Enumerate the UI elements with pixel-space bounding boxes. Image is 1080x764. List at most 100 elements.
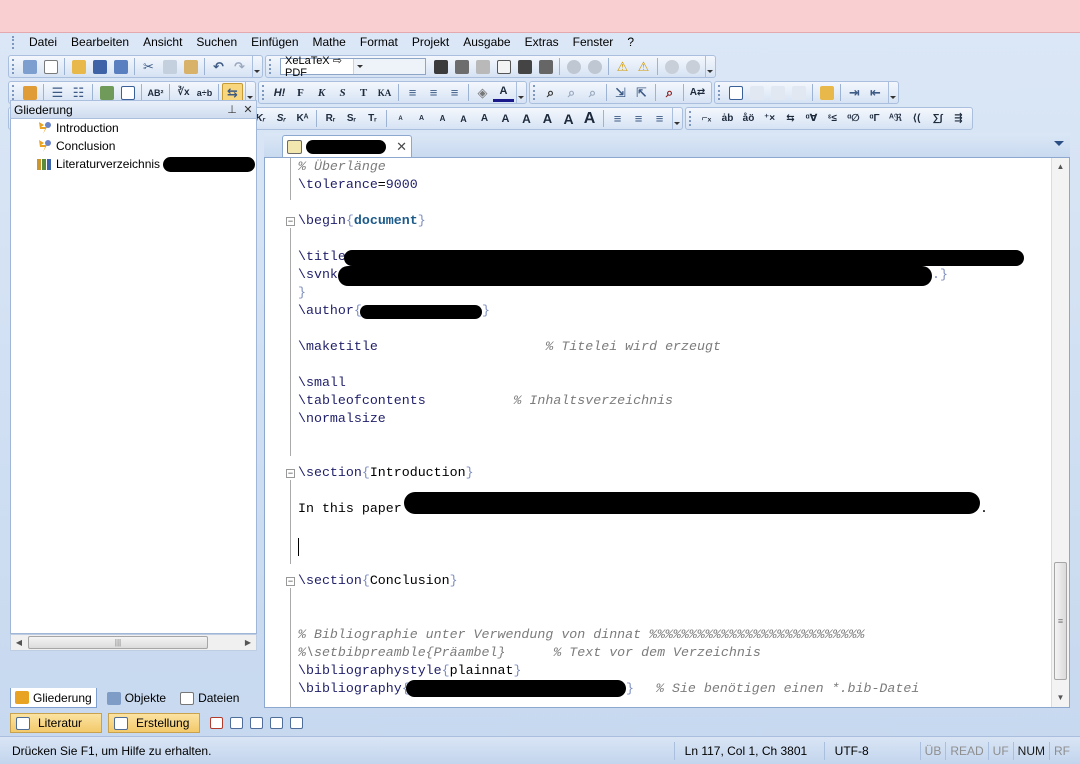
font-size-Huge-button[interactable]: A — [579, 109, 600, 128]
compile-button[interactable] — [430, 57, 451, 76]
toolbar-grip[interactable] — [269, 59, 273, 74]
emphasis-button[interactable]: H! — [269, 83, 290, 102]
math-symbol-10-button[interactable]: ᴬℜ — [885, 109, 906, 128]
new-document-button[interactable] — [19, 57, 40, 76]
uncomment-button[interactable] — [767, 83, 788, 102]
save-button[interactable] — [89, 57, 110, 76]
tab-literatur[interactable]: Literatur — [10, 713, 102, 733]
chevron-down-icon[interactable] — [1054, 141, 1064, 146]
replace-button[interactable]: A⇄ — [687, 83, 708, 102]
menu-help[interactable]: ? — [620, 33, 641, 52]
find-next-button[interactable]: ⌕ — [561, 83, 582, 102]
preview-window-button[interactable] — [286, 714, 306, 732]
previous-warning-button[interactable]: ⚠ — [612, 57, 633, 76]
font-size-normal-button[interactable]: A — [474, 109, 495, 128]
search-results-2-button[interactable] — [266, 714, 286, 732]
menu-ausgabe[interactable]: Ausgabe — [456, 33, 517, 52]
scroll-down-icon[interactable]: ▼ — [1052, 689, 1069, 707]
compile-profile-select[interactable]: XeLaTeX ⇨ PDF — [280, 55, 426, 79]
fold-toggle[interactable]: − — [286, 217, 295, 226]
copy-button[interactable] — [159, 57, 180, 76]
code-text[interactable]: \bibliography{\bibliographystyle{plainna… — [298, 158, 1050, 707]
find-in-files-button[interactable]: ⌕ — [659, 83, 680, 102]
math-symbol-6-button[interactable]: ᵅ∀ — [801, 109, 822, 128]
outline-horizontal-scrollbar[interactable]: ◀ ||| ▶ — [10, 634, 257, 651]
math-symbol-7-button[interactable]: ᵋ≤ — [822, 109, 843, 128]
italic-button[interactable]: K — [311, 83, 332, 102]
next-error-button[interactable] — [584, 57, 605, 76]
outdent-button[interactable]: ⇤ — [865, 83, 886, 102]
frame-button[interactable] — [725, 83, 746, 102]
font-size-scriptsize-button[interactable]: A — [411, 109, 432, 128]
tab-erstellung[interactable]: Erstellung — [108, 713, 200, 733]
paste-button[interactable] — [180, 57, 201, 76]
status-encoding[interactable]: UTF-8 — [823, 741, 920, 760]
editor-vertical-scrollbar[interactable]: ▲ ≡ ▼ — [1051, 158, 1069, 707]
caps-shape-button[interactable]: Kᴬ — [292, 109, 313, 128]
font-size-large-button[interactable]: A — [495, 109, 516, 128]
slanted-shape-button[interactable]: Sᵣ — [271, 109, 292, 128]
toolbar-grip[interactable] — [12, 59, 16, 74]
code-editor[interactable]: − − − \bibliography{\bibliographystyle{p… — [264, 157, 1070, 708]
find-button[interactable]: ⌕ — [540, 83, 561, 102]
tab-gliederung[interactable]: Gliederung — [10, 688, 97, 708]
menu-bearbeiten[interactable]: Bearbeiten — [64, 33, 136, 52]
document-tab[interactable]: ✕ — [282, 135, 412, 157]
scroll-left-icon[interactable]: ◀ — [11, 638, 27, 647]
math-symbol-2-button[interactable]: ȧb — [717, 109, 738, 128]
menu-format[interactable]: Format — [353, 33, 405, 52]
cut-button[interactable]: ✂ — [138, 57, 159, 76]
open-button[interactable] — [68, 57, 89, 76]
pin-icon[interactable]: ⊥ — [224, 103, 240, 116]
outline-item-introduction[interactable]: Introduction — [11, 119, 256, 137]
align-left-button[interactable]: ≡ — [402, 83, 423, 102]
align-right-button[interactable]: ≡ — [444, 83, 465, 102]
indent-button[interactable]: ⇥ — [844, 83, 865, 102]
flushright-button[interactable]: ≡ — [649, 109, 670, 128]
undo-button[interactable]: ↶ — [208, 57, 229, 76]
window-titlebar[interactable] — [0, 0, 1080, 33]
font-size-huge-button[interactable]: A — [558, 109, 579, 128]
toolbar-grip[interactable] — [12, 85, 16, 100]
center-button[interactable]: ≡ — [628, 109, 649, 128]
output-window-button[interactable] — [226, 714, 246, 732]
math-symbol-4-button[interactable]: ⁺× — [759, 109, 780, 128]
menu-ansicht[interactable]: Ansicht — [136, 33, 189, 52]
find-previous-button[interactable]: ⌕ — [582, 83, 603, 102]
error-list-button[interactable] — [206, 714, 226, 732]
font-size-tiny-button[interactable]: A — [390, 109, 411, 128]
menu-mathe[interactable]: Mathe — [306, 33, 353, 52]
math-symbol-5-button[interactable]: ⇆ — [780, 109, 801, 128]
flushleft-button[interactable]: ≡ — [607, 109, 628, 128]
font-size-Large-button[interactable]: A — [516, 109, 537, 128]
toolbar-grip[interactable] — [689, 111, 693, 126]
small-caps-button[interactable]: KA — [374, 83, 395, 102]
scroll-up-icon[interactable]: ▲ — [1052, 158, 1069, 176]
menu-datei[interactable]: Datei — [22, 33, 64, 52]
close-icon[interactable]: ✕ — [396, 139, 407, 155]
text-color-button[interactable]: A — [493, 83, 514, 102]
toolbar-grip[interactable] — [262, 85, 266, 100]
next-warning-button[interactable]: ⚠ — [633, 57, 654, 76]
next-badbox-button[interactable] — [682, 57, 703, 76]
slanted-button[interactable]: S — [332, 83, 353, 102]
previous-error-button[interactable] — [563, 57, 584, 76]
fill-color-button[interactable]: ◈ — [472, 83, 493, 102]
math-symbol-8-button[interactable]: ᵅ∅ — [843, 109, 864, 128]
toolbar-overflow[interactable] — [672, 108, 680, 129]
previous-badbox-button[interactable] — [661, 57, 682, 76]
build-settings-button[interactable] — [535, 57, 556, 76]
new-from-template-button[interactable] — [40, 57, 61, 76]
toggle-comment-button[interactable] — [788, 83, 809, 102]
font-size-footnotesize-button[interactable]: A — [432, 109, 453, 128]
scroll-right-icon[interactable]: ▶ — [240, 638, 256, 647]
toolbar-overflow[interactable] — [705, 56, 713, 77]
menu-suchen[interactable]: Suchen — [189, 33, 244, 52]
tab-dateien[interactable]: Dateien — [176, 688, 243, 708]
redo-button[interactable]: ↷ — [229, 57, 250, 76]
outline-item-bibliography[interactable]: Literaturverzeichnis — [11, 155, 256, 173]
build-output-button[interactable] — [514, 57, 535, 76]
toolbar-overflow[interactable] — [516, 82, 524, 103]
math-symbol-13-button[interactable]: ⇶ — [948, 109, 969, 128]
typewriter-family-button[interactable]: Tᵣ — [362, 109, 383, 128]
